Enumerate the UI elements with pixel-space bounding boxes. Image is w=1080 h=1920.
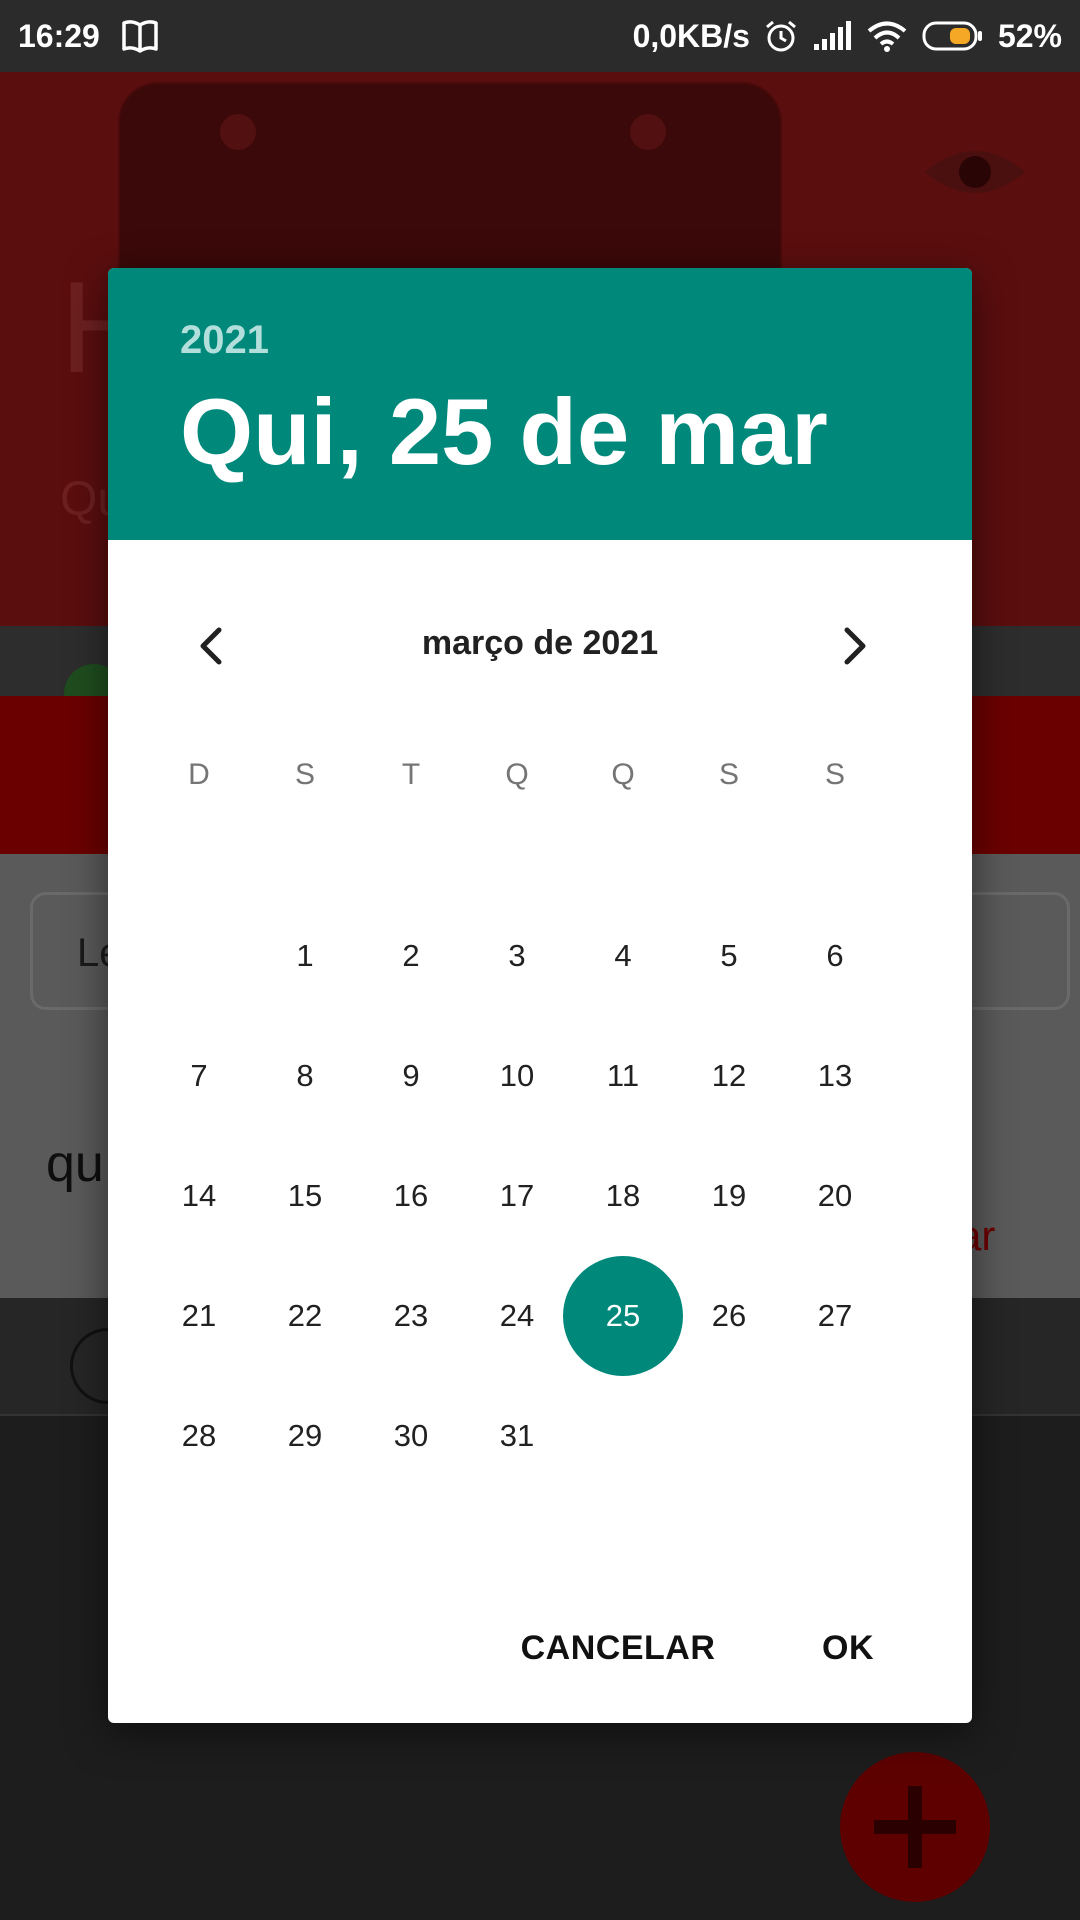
date-picker-header: 2021 Qui, 25 de mar	[108, 268, 972, 540]
add-fab-button	[840, 1752, 990, 1902]
dialog-actions: CANCELAR OK	[108, 1608, 972, 1688]
day-cell[interactable]: 6	[775, 896, 895, 1016]
status-icons: 0,0KB/s 52%	[633, 18, 1062, 55]
weekday-label: T	[401, 758, 421, 791]
day-cell[interactable]: 17	[457, 1136, 577, 1256]
day-cell[interactable]: 18	[563, 1136, 683, 1256]
ok-button[interactable]: OK	[798, 1608, 898, 1688]
wifi-icon	[867, 21, 907, 52]
day-cell[interactable]: 29	[245, 1376, 365, 1496]
day-cell[interactable]: 27	[775, 1256, 895, 1376]
cancel-button[interactable]: CANCELAR	[504, 1608, 732, 1688]
status-time: 16:29	[18, 17, 100, 54]
day-cell[interactable]: 3	[457, 896, 577, 1016]
day-cell[interactable]: 23	[351, 1256, 471, 1376]
day-cell[interactable]: 5	[669, 896, 789, 1016]
background-text: qu	[46, 1135, 104, 1193]
day-cell[interactable]: 14	[139, 1136, 259, 1256]
header-year[interactable]: 2021	[180, 318, 269, 363]
day-cell[interactable]: 16	[351, 1136, 471, 1256]
day-cell[interactable]: 13	[775, 1016, 895, 1136]
camera-dot	[220, 114, 256, 150]
next-month-button[interactable]	[822, 614, 886, 678]
battery-icon	[922, 21, 982, 51]
day-cell[interactable]: 21	[139, 1256, 259, 1376]
day-cell[interactable]: 24	[457, 1256, 577, 1376]
day-cell[interactable]: 12	[669, 1016, 789, 1136]
weekday-header: D S T Q Q S S	[108, 758, 972, 818]
day-cell[interactable]: 2	[351, 896, 471, 1016]
weekday-label: S	[294, 758, 315, 791]
day-cell[interactable]: 9	[351, 1016, 471, 1136]
day-cell[interactable]: 19	[669, 1136, 789, 1256]
signal-icon	[813, 21, 851, 50]
day-cell[interactable]: 15	[245, 1136, 365, 1256]
day-cell[interactable]: 4	[563, 896, 683, 1016]
day-cell[interactable]: 30	[351, 1376, 471, 1496]
battery-percentage: 52%	[997, 17, 1062, 54]
day-cell[interactable]: 1	[245, 896, 365, 1016]
day-cell[interactable]: 7	[139, 1016, 259, 1136]
eye-icon	[925, 151, 1025, 193]
weekday-label: S	[824, 758, 845, 791]
chevron-right-icon	[844, 627, 866, 665]
network-speed: 0,0KB/s	[632, 17, 750, 54]
weekday-label: Q	[611, 758, 635, 791]
day-cell[interactable]: 8	[245, 1016, 365, 1136]
status-bar: 16:29 0,0KB/s 52%	[0, 0, 1080, 72]
camera-dot	[630, 114, 666, 150]
date-picker-dialog: 2021 Qui, 25 de mar março de 2021 D S T …	[108, 268, 972, 1723]
day-cell[interactable]: 31	[457, 1376, 577, 1496]
month-navigation: março de 2021	[108, 596, 972, 696]
header-selected-date[interactable]: Qui, 25 de mar	[180, 378, 828, 486]
day-cell[interactable]: 22	[245, 1256, 365, 1376]
day-cell[interactable]: 26	[669, 1256, 789, 1376]
book-icon	[122, 20, 158, 53]
weekday-label: S	[718, 758, 739, 791]
day-cell[interactable]: 20	[775, 1136, 895, 1256]
weekday-label: Q	[505, 758, 529, 791]
selected-day[interactable]: 25	[563, 1256, 683, 1376]
day-cell[interactable]: 11	[563, 1016, 683, 1136]
day-cell[interactable]: 10	[457, 1016, 577, 1136]
alarm-icon	[765, 20, 796, 52]
weekday-label: D	[188, 758, 210, 791]
day-cell[interactable]: 28	[139, 1376, 259, 1496]
